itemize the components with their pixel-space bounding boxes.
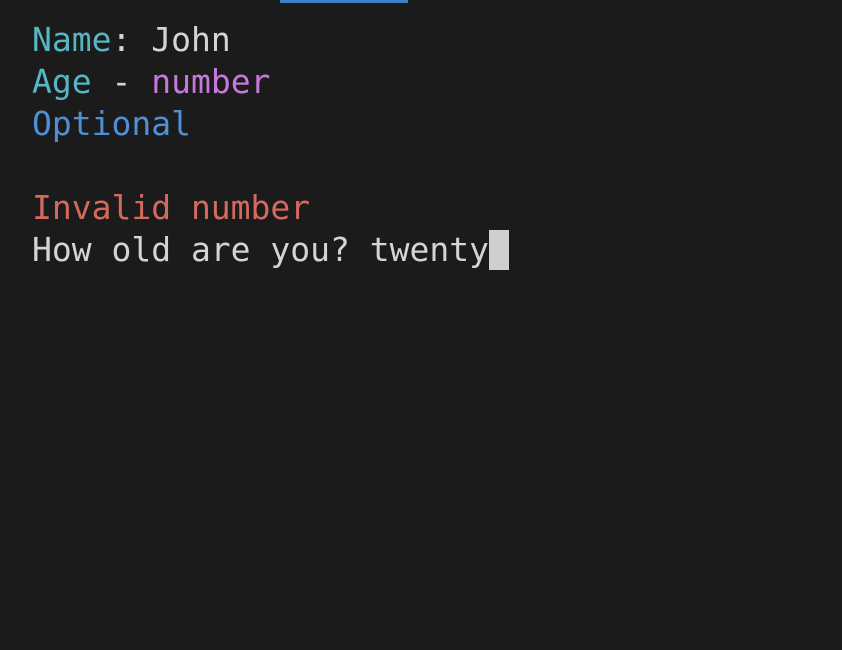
optional-line: Optional [32,103,842,145]
optional-note: Optional [32,104,191,143]
name-value: John [151,20,231,59]
age-label: Age [32,62,92,101]
name-field-line: Name: John [32,19,842,61]
name-label: Name [32,20,112,59]
age-field-line: Age - number [32,61,842,103]
active-tab-indicator [280,0,408,3]
prompt-input[interactable]: twenty [370,230,489,269]
name-separator: : [111,20,152,59]
prompt-question: How old are you? [32,230,370,269]
age-separator: - [91,62,152,101]
error-message: Invalid number [32,188,311,227]
text-cursor [488,230,509,270]
prompt-line[interactable]: How old are you? twenty [32,229,842,271]
terminal-window[interactable]: Name: John Age - number Optional Invalid… [0,0,842,650]
error-line: Invalid number [32,187,842,229]
age-type-hint: number [151,62,271,101]
